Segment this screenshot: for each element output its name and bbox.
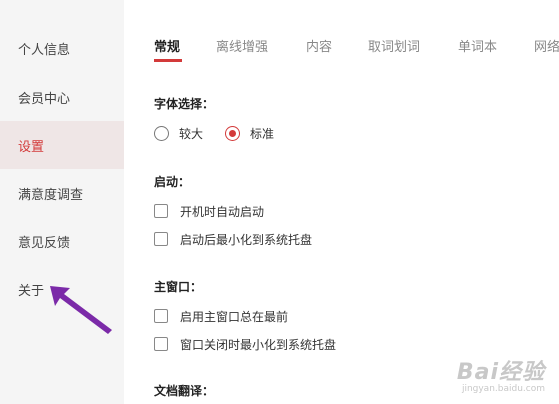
tab-word-capture[interactable]: 取词划词 — [368, 36, 420, 55]
sidebar-item-satisfaction-survey[interactable]: 满意度调查 — [0, 169, 124, 217]
checkbox-unchecked-icon — [154, 232, 168, 246]
option-label: 较大 — [179, 126, 204, 141]
watermark-logo: Bai经验 — [456, 360, 545, 385]
option-label: 开机时自动启动 — [180, 204, 265, 219]
settings-panel: 常规 离线增强 内容 取词划词 单词本 网络 字体选择： 较大 标准 启动： 开… — [124, 0, 559, 404]
sidebar-item-settings[interactable]: 设置 — [0, 121, 124, 169]
watermark: Bai经验 jingyan.baidu.com — [457, 354, 545, 394]
font-section-title: 字体选择： — [154, 97, 215, 111]
close-to-tray-checkbox[interactable]: 窗口关闭时最小化到系统托盘 — [154, 335, 336, 353]
always-on-top-checkbox[interactable]: 启用主窗口总在最前 — [154, 307, 288, 325]
active-tab-indicator — [154, 59, 182, 62]
sidebar-item-label: 意见反馈 — [18, 235, 71, 251]
tab-general[interactable]: 常规 — [154, 36, 180, 55]
sidebar: 个人信息 会员中心 设置 满意度调查 意见反馈 关于 — [0, 0, 124, 404]
sidebar-item-personal-info[interactable]: 个人信息 — [0, 24, 124, 72]
watermark-url: jingyan.baidu.com — [461, 384, 545, 394]
sidebar-item-label: 设置 — [18, 139, 45, 155]
annotation-arrow-icon — [50, 286, 112, 334]
sidebar-item-label: 满意度调查 — [18, 187, 84, 203]
start-minimized-checkbox[interactable]: 启动后最小化到系统托盘 — [154, 230, 312, 248]
sidebar-item-label: 个人信息 — [18, 42, 71, 58]
tab-bar: 常规 离线增强 内容 取词划词 单词本 网络 — [124, 0, 559, 64]
radio-checked-icon — [225, 125, 240, 141]
tab-network[interactable]: 网络 — [534, 36, 559, 55]
tab-content[interactable]: 内容 — [306, 36, 332, 55]
option-label: 启用主窗口总在最前 — [180, 309, 289, 324]
sidebar-item-member-center[interactable]: 会员中心 — [0, 73, 124, 121]
radio-unchecked-icon — [154, 125, 169, 141]
doc-translate-section-title: 文档翻译： — [154, 384, 215, 398]
option-label: 窗口关闭时最小化到系统托盘 — [180, 337, 337, 352]
tab-wordbook[interactable]: 单词本 — [458, 36, 497, 55]
sidebar-item-label: 会员中心 — [18, 91, 71, 107]
option-label: 启动后最小化到系统托盘 — [180, 232, 313, 247]
auto-start-checkbox[interactable]: 开机时自动启动 — [154, 202, 264, 220]
main-window-section-title: 主窗口： — [154, 280, 203, 294]
checkbox-unchecked-icon — [154, 337, 168, 351]
font-size-large-radio[interactable]: 较大 — [154, 124, 203, 142]
checkbox-unchecked-icon — [154, 204, 168, 218]
startup-section-title: 启动： — [154, 175, 191, 189]
sidebar-item-feedback[interactable]: 意见反馈 — [0, 217, 124, 265]
font-size-standard-radio[interactable]: 标准 — [225, 124, 274, 142]
tab-offline-enhance[interactable]: 离线增强 — [216, 36, 268, 55]
option-label: 标准 — [250, 126, 275, 141]
checkbox-unchecked-icon — [154, 309, 168, 323]
